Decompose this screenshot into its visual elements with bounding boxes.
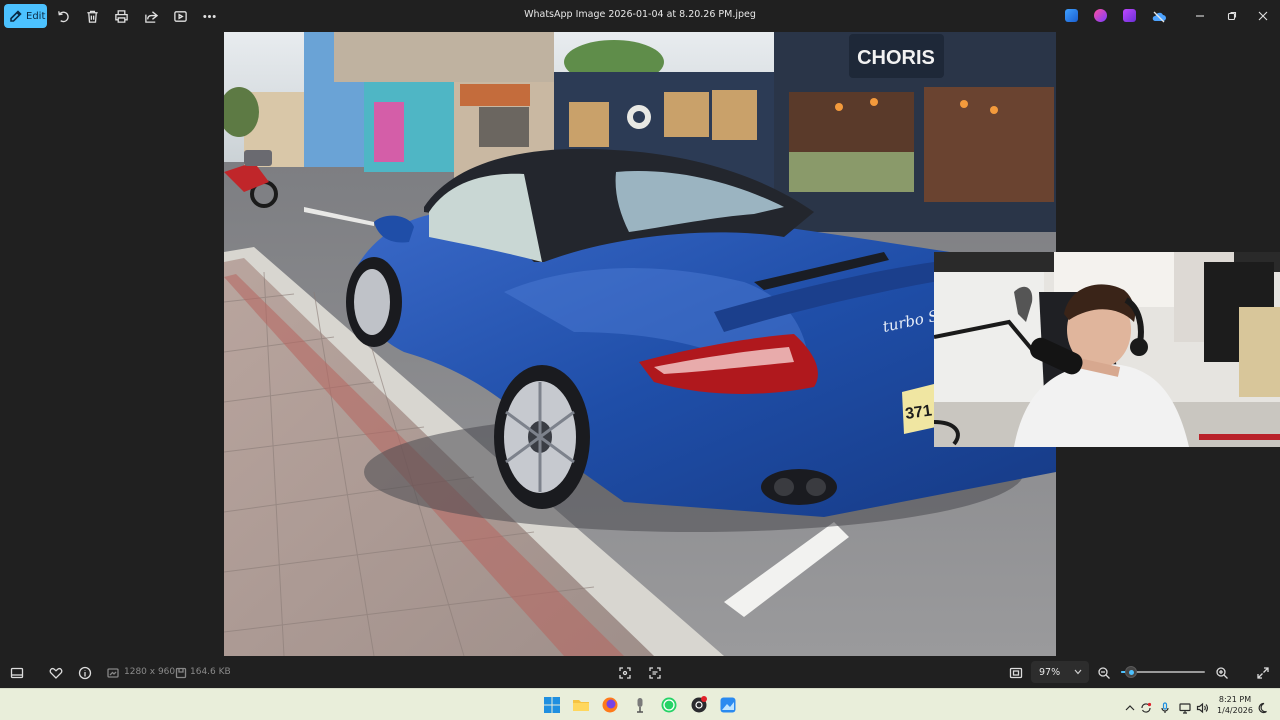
favorite-button[interactable] xyxy=(49,665,63,679)
dimensions-icon xyxy=(106,665,120,679)
image-dimensions: 1280 x 960 xyxy=(124,667,176,677)
moon-notification-icon xyxy=(1258,702,1267,714)
shop-sign-text: CHORIS xyxy=(857,47,935,69)
clock[interactable]: 8:21 PM 1/4/2026 xyxy=(1213,694,1257,716)
crop-button[interactable] xyxy=(618,665,632,679)
chevron-down-icon xyxy=(1074,669,1082,675)
show-hidden-icons-button[interactable] xyxy=(1124,699,1136,711)
notifications-button[interactable] xyxy=(1258,699,1270,714)
close-button[interactable] xyxy=(1253,6,1273,26)
zoom-slider[interactable] xyxy=(1121,666,1205,678)
zoom-out-button[interactable] xyxy=(1097,665,1111,679)
restore-button[interactable] xyxy=(1222,6,1242,26)
heart-icon xyxy=(49,667,63,679)
window-title: WhatsApp Image 2026-01-04 at 8.20.26 PM.… xyxy=(524,9,756,20)
network-icon xyxy=(1179,703,1191,714)
photos-icon xyxy=(720,697,736,713)
network-button[interactable] xyxy=(1179,699,1191,714)
webcam-feed xyxy=(934,252,1280,447)
clock-time: 8:21 PM xyxy=(1218,695,1252,704)
file-size-icon xyxy=(174,665,188,679)
minimize-button[interactable] xyxy=(1190,6,1210,26)
copilot-icon[interactable] xyxy=(1094,9,1107,22)
onedrive-sync-off-icon[interactable] xyxy=(1152,9,1166,23)
firefox-button[interactable] xyxy=(601,696,619,714)
photos-app-icon xyxy=(1065,9,1078,22)
visual-search-button[interactable] xyxy=(648,665,662,679)
clipchamp-icon[interactable] xyxy=(1123,9,1136,22)
obs-studio-button[interactable] xyxy=(690,696,708,714)
zoom-out-icon xyxy=(1098,667,1110,679)
info-icon xyxy=(78,666,92,680)
chevron-up-icon xyxy=(1125,705,1135,711)
microphone-app-button[interactable] xyxy=(631,696,649,714)
fit-screen-icon xyxy=(1009,667,1023,679)
sync-status-button[interactable] xyxy=(1140,699,1152,713)
sync-icon xyxy=(1141,702,1152,713)
whatsapp-icon xyxy=(661,697,677,713)
title-toolbar: Edit WhatsApp Image 2026-01-04 at 8.20.2… xyxy=(0,0,1280,32)
filmstrip-toggle-button[interactable] xyxy=(10,665,24,679)
obs-icon xyxy=(691,696,707,713)
taskbar: 8:21 PM 1/4/2026 xyxy=(0,688,1280,720)
file-explorer-button[interactable] xyxy=(572,696,590,714)
file-size: 164.6 KB xyxy=(190,667,231,677)
webcam-overlay xyxy=(934,252,1280,447)
restore-icon xyxy=(1227,11,1237,21)
firefox-icon xyxy=(602,697,618,713)
close-icon xyxy=(1258,11,1268,21)
fit-to-window-button[interactable] xyxy=(1009,665,1023,679)
zoom-level-value: 97% xyxy=(1039,667,1061,678)
scan-text-icon xyxy=(649,667,661,679)
expand-icon xyxy=(1257,667,1269,679)
fullscreen-button[interactable] xyxy=(1256,665,1270,679)
photos-app-button[interactable] xyxy=(719,696,737,714)
status-bar: 1280 x 960 164.6 KB 97% xyxy=(0,656,1280,688)
microphone-icon xyxy=(637,698,643,713)
whatsapp-button[interactable] xyxy=(660,696,678,714)
start-button[interactable] xyxy=(543,696,561,714)
clock-date: 1/4/2026 xyxy=(1217,706,1253,715)
minimize-icon xyxy=(1196,15,1204,17)
displayed-photo[interactable]: CHORIS turbo S 371 xyxy=(224,32,1056,656)
crop-focus-icon xyxy=(619,667,631,679)
zoom-in-button[interactable] xyxy=(1215,665,1229,679)
zoom-in-icon xyxy=(1216,667,1228,679)
zoom-slider-thumb[interactable] xyxy=(1125,666,1138,678)
speaker-icon xyxy=(1196,702,1208,714)
windows-logo-icon xyxy=(544,697,560,713)
file-info-button[interactable] xyxy=(78,665,92,680)
photo-canvas[interactable]: CHORIS turbo S 371 xyxy=(0,32,1280,656)
folder-icon xyxy=(573,700,589,711)
zoom-level-dropdown[interactable]: 97% xyxy=(1031,661,1089,683)
car-street-photo: CHORIS turbo S 371 xyxy=(224,32,1056,656)
filmstrip-icon xyxy=(10,667,24,679)
mic-tray-icon xyxy=(1161,702,1169,713)
volume-button[interactable] xyxy=(1196,699,1208,714)
microphone-tray-button[interactable] xyxy=(1159,699,1171,713)
